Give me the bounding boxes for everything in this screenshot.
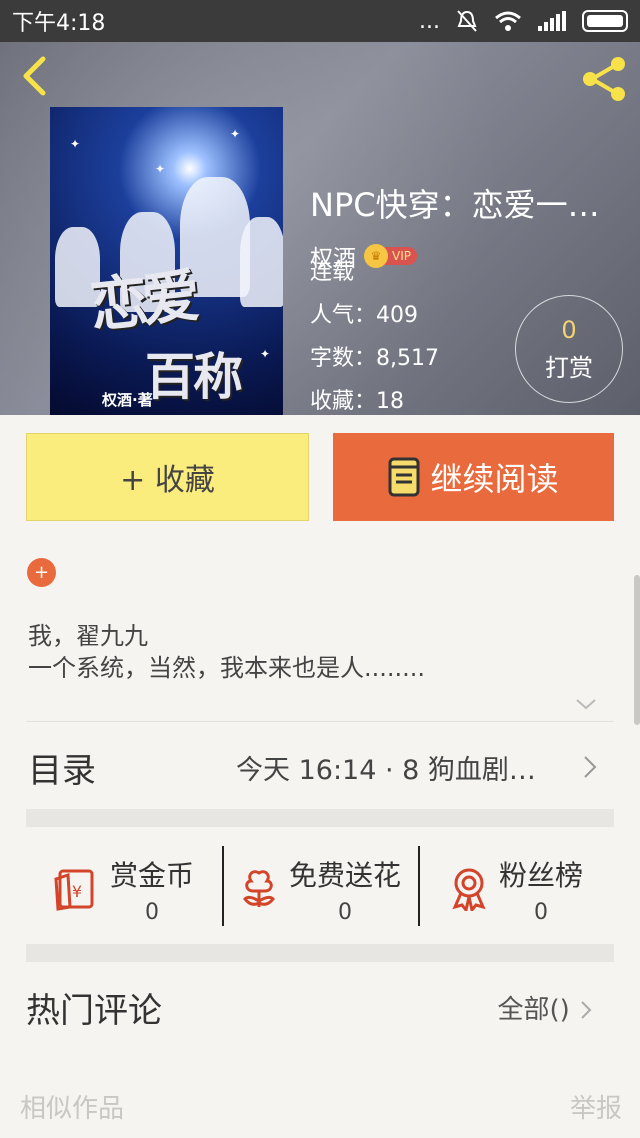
- cover-title-art: 恋爱: [86, 261, 198, 341]
- latest-chapter: 今天 16:14 · 8 狗血剧…: [236, 754, 536, 786]
- similar-works-label[interactable]: 相似作品: [20, 1088, 124, 1125]
- word-count-stat: 字数：8,517: [310, 340, 439, 372]
- more-dots-icon: ...: [419, 8, 440, 34]
- table-of-contents-row[interactable]: 目录 今天 16:14 · 8 狗血剧…: [26, 726, 614, 808]
- report-button[interactable]: 举报: [570, 1088, 622, 1125]
- cover-sparkle: ✦: [230, 127, 241, 141]
- status-time: 下午4:18: [12, 11, 106, 36]
- reward-coin-stat[interactable]: ¥ 赏金币 0: [26, 836, 222, 942]
- collect-button[interactable]: + 收藏: [26, 433, 309, 521]
- back-button[interactable]: [14, 56, 54, 96]
- tip-label: 打赏: [545, 353, 593, 382]
- popularity-value: 409: [376, 303, 419, 328]
- status-icons: ...: [419, 9, 628, 34]
- book-header: ✦ ✦ ✦ ✦ 恋爱 百称 权酒·著 NPC快穿：恋爱一… 权酒 ♛ VIP 连…: [0, 42, 640, 415]
- cover-figure: [240, 217, 283, 307]
- fan-rank-value: 0: [533, 899, 548, 925]
- chevron-right-icon: [581, 1001, 592, 1019]
- status-bar: 下午4:18 ...: [0, 0, 640, 42]
- free-flower-value: 0: [337, 899, 352, 925]
- mute-bell-icon: [457, 10, 477, 32]
- battery-icon: [582, 10, 628, 32]
- favorites-label: 收藏：: [310, 389, 377, 414]
- wifi-icon: [495, 11, 521, 31]
- cover-author-art: 权酒·著: [102, 391, 153, 409]
- intro-line: 我，翟九九: [28, 622, 148, 650]
- serial-status: 连载: [310, 260, 355, 285]
- vip-label: VIP: [392, 249, 411, 263]
- favorites-value: 18: [376, 389, 405, 414]
- tip-count: 0: [561, 315, 577, 344]
- cover-sparkle: ✦: [260, 347, 271, 361]
- hot-comments-header: 热门评论 全部(): [26, 962, 614, 1052]
- reward-coin-label: 赏金币: [109, 858, 194, 892]
- reward-coin-value: 0: [144, 899, 159, 925]
- fan-rank-text: 粉丝榜 0: [499, 854, 583, 925]
- share-icon: [583, 57, 625, 101]
- book-icon: [388, 457, 420, 497]
- book-cover[interactable]: ✦ ✦ ✦ ✦ 恋爱 百称 权酒·著: [50, 107, 283, 415]
- divider: [26, 721, 614, 722]
- chevron-down-icon: [576, 699, 596, 710]
- tip-button[interactable]: 0 打赏: [515, 295, 623, 403]
- fan-rank-stat[interactable]: 粉丝榜 0: [418, 836, 614, 942]
- all-comments-label: 全部(): [497, 994, 570, 1025]
- cover-sparkle: ✦: [155, 162, 166, 176]
- reward-coin-icon: ¥: [54, 869, 94, 911]
- section-separator: [26, 809, 614, 827]
- vip-badge: ♛ VIP: [364, 244, 417, 268]
- favorites-stat: 收藏：18: [310, 383, 404, 415]
- toc-label: 目录: [28, 750, 96, 791]
- scrollbar-thumb[interactable]: [634, 575, 640, 725]
- free-flower-stat[interactable]: 免费送花 0: [222, 836, 418, 942]
- add-tag-button[interactable]: +: [27, 558, 56, 587]
- reward-coin-text: 赏金币 0: [110, 854, 194, 925]
- chevron-right-icon: [584, 756, 597, 778]
- hot-comments-title: 热门评论: [26, 990, 162, 1031]
- continue-reading-label: 继续阅读: [430, 460, 559, 498]
- word-count-value: 8,517: [376, 346, 439, 371]
- reward-stats: ¥ 赏金币 0 免费送花 0 粉丝榜 0: [26, 836, 614, 942]
- word-count-label: 字数：: [310, 346, 377, 371]
- popularity-stat: 人气：409: [310, 297, 418, 329]
- continue-reading-button[interactable]: 继续阅读: [333, 433, 614, 521]
- flower-icon: [243, 870, 275, 907]
- fan-rank-icon: [452, 868, 486, 911]
- share-button[interactable]: [580, 56, 630, 102]
- section-separator: [26, 944, 614, 962]
- signal-icon: [538, 11, 566, 31]
- book-intro: 我，翟九九 一个系统，当然，我本来也是人........: [28, 620, 608, 684]
- cover-sparkle: ✦: [70, 137, 81, 151]
- fan-rank-label: 粉丝榜: [498, 858, 583, 892]
- crown-icon: ♛: [364, 244, 388, 268]
- all-comments-link[interactable]: 全部(): [497, 989, 592, 1026]
- svg-text:¥: ¥: [72, 882, 82, 901]
- intro-line: 一个系统，当然，我本来也是人........: [28, 654, 426, 682]
- popularity-label: 人气：: [310, 303, 377, 328]
- free-flower-label: 免费送花: [288, 858, 401, 892]
- book-title: NPC快穿：恋爱一…: [310, 186, 600, 224]
- free-flower-text: 免费送花 0: [289, 854, 401, 925]
- back-arrow-icon: [23, 56, 46, 96]
- cover-title-art: 百称: [145, 347, 243, 406]
- expand-intro-button[interactable]: [574, 694, 598, 714]
